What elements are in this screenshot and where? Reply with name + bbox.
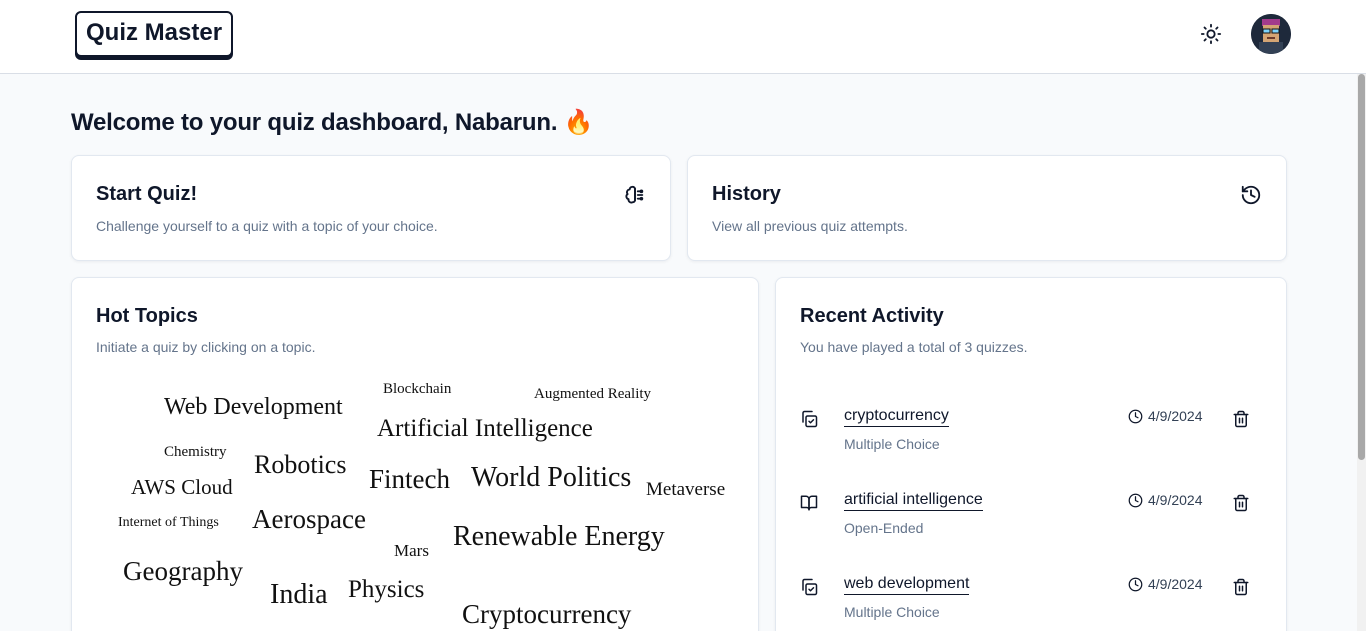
topic-word[interactable]: Augmented Reality [534,386,651,403]
activity-item: web development Multiple Choice 4/9/2024 [776,574,1288,631]
activity-topic-link[interactable]: web development [844,574,970,595]
navbar: Quiz Master [0,0,1366,74]
clock-icon [1128,493,1143,507]
app-logo[interactable]: Quiz Master [75,11,234,57]
topic-word[interactable]: Mars [394,541,429,561]
hot-topics-title: Hot Topics [96,305,198,327]
topic-word[interactable]: Renewable Energy [453,521,665,553]
activity-date-text: 4/9/2024 [1148,408,1203,424]
activity-date-text: 4/9/2024 [1148,492,1203,508]
topic-word[interactable]: Blockchain [383,381,451,398]
recent-activity-card: Recent Activity You have played a total … [775,277,1287,631]
activity-date: 4/9/2024 [1128,408,1203,424]
topic-word[interactable]: Aerospace [252,504,366,535]
theme-toggle-button[interactable] [1198,21,1224,47]
activity-type: Multiple Choice [844,604,940,620]
activity-type: Multiple Choice [844,436,940,452]
hot-topics-description: Initiate a quiz by clicking on a topic. [96,339,316,355]
history-description: View all previous quiz attempts. [712,218,908,234]
clock-icon [1128,577,1143,591]
topic-word[interactable]: AWS Cloud [131,475,233,500]
topic-word[interactable]: Fintech [369,464,450,495]
topic-word[interactable]: Internet of Things [118,515,219,531]
topic-word[interactable]: Web Development [164,394,343,421]
hot-topics-card: Hot Topics Initiate a quiz by clicking o… [71,277,759,631]
topic-word[interactable]: Robotics [254,450,346,480]
activity-date-text: 4/9/2024 [1148,576,1203,592]
topic-word[interactable]: World Politics [471,462,631,494]
topic-word[interactable]: India [270,579,328,611]
scrollbar-thumb[interactable] [1358,74,1365,460]
activity-item: artificial intelligence Open-Ended 4/9/2… [776,490,1288,560]
history-icon [1241,185,1261,205]
topic-word[interactable]: Artificial Intelligence [377,415,593,443]
start-quiz-card[interactable]: Start Quiz! Challenge yourself to a quiz… [71,155,671,261]
welcome-heading: Welcome to your quiz dashboard, Nabarun.… [71,108,594,137]
start-quiz-title: Start Quiz! [96,183,198,205]
recent-activity-title: Recent Activity [800,305,944,327]
copy-check-icon [802,410,818,428]
topic-word[interactable]: Physics [348,576,424,604]
activity-topic-link[interactable]: cryptocurrency [844,406,949,427]
activity-date: 4/9/2024 [1128,576,1203,592]
avatar-image [1251,14,1291,54]
activity-item: cryptocurrency Multiple Choice 4/9/2024 [776,406,1288,476]
activity-topic-link[interactable]: artificial intelligence [844,490,983,511]
trash-icon[interactable] [1232,494,1250,512]
welcome-text: Welcome to your quiz dashboard, Nabarun. [71,109,558,136]
topic-word[interactable]: Chemistry [164,444,227,461]
book-open-icon [800,495,818,511]
trash-icon[interactable] [1232,578,1250,596]
user-avatar[interactable] [1251,14,1291,54]
clock-icon [1128,409,1143,423]
fire-emoji: 🔥 [563,109,594,136]
topic-word[interactable]: Geography [123,556,243,587]
topic-word[interactable]: Metaverse [646,479,725,501]
history-title: History [712,183,781,205]
start-quiz-description: Challenge yourself to a quiz with a topi… [96,218,438,234]
brain-icon [625,185,644,204]
history-card[interactable]: History View all previous quiz attempts. [687,155,1287,261]
trash-icon[interactable] [1232,410,1250,428]
sun-icon [1200,23,1222,45]
copy-check-icon [802,578,818,596]
recent-activity-description: You have played a total of 3 quizzes. [800,339,1028,355]
activity-date: 4/9/2024 [1128,492,1203,508]
activity-type: Open-Ended [844,520,924,536]
topic-word[interactable]: Cryptocurrency [462,599,631,630]
